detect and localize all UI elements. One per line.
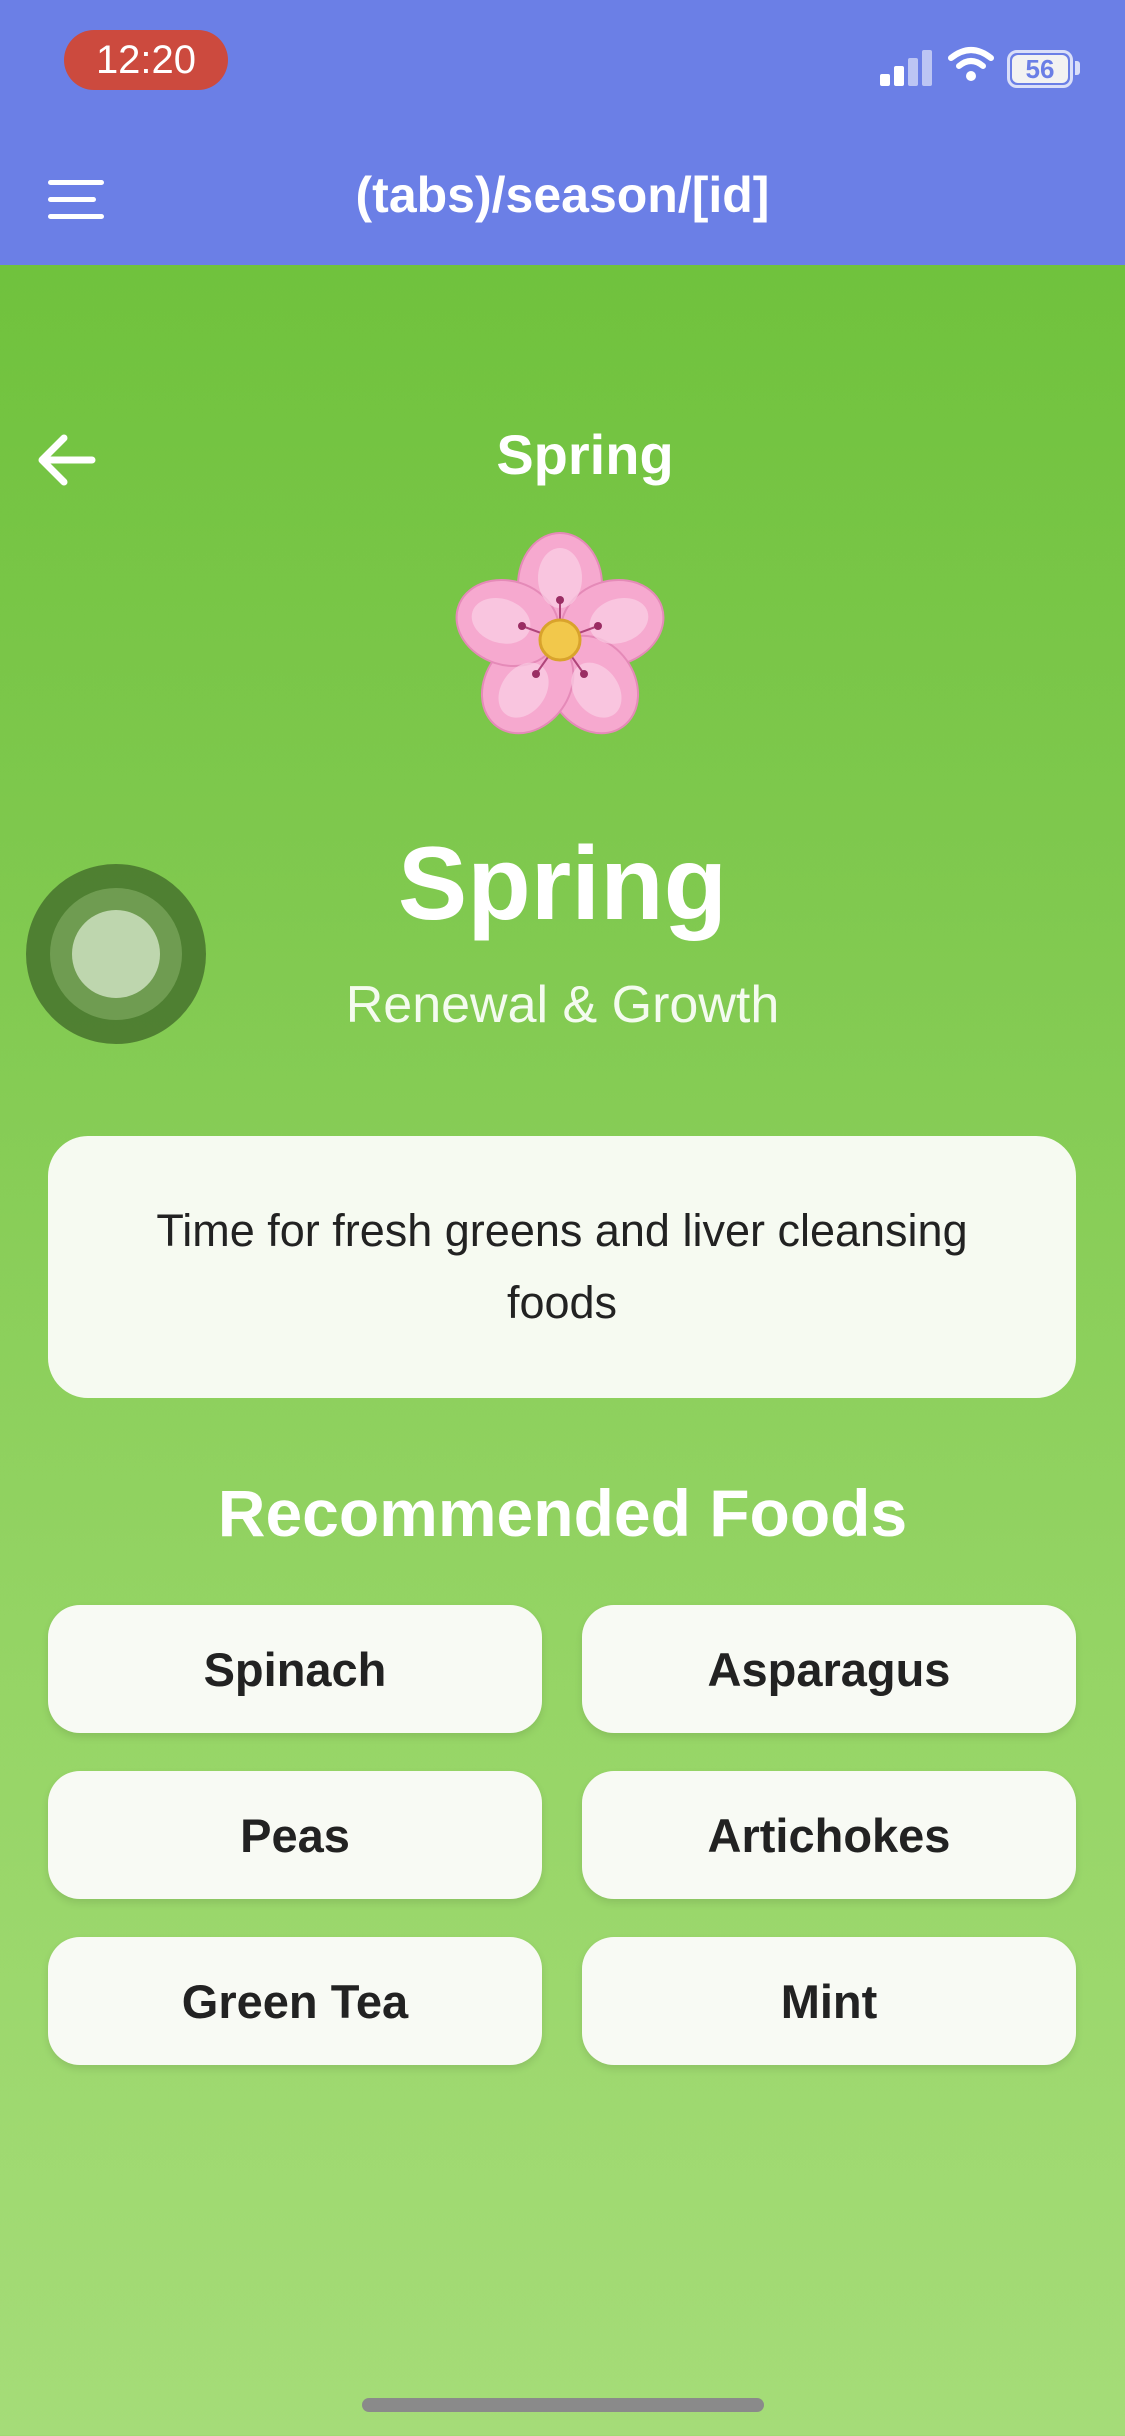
battery-icon: 56 [1007, 50, 1073, 88]
nav-title: (tabs)/season/[id] [355, 167, 770, 223]
food-item-spinach[interactable]: Spinach [48, 1605, 542, 1733]
home-indicator[interactable] [362, 2398, 764, 2412]
assistive-touch-button[interactable] [26, 864, 206, 1044]
status-time: 12:20 [64, 30, 228, 90]
season-header-title: Spring [496, 423, 674, 486]
cherry-blossom-icon [455, 532, 665, 735]
wifi-icon [948, 47, 994, 81]
recommended-foods-title: Recommended Foods [217, 1476, 908, 1550]
battery-nub [1075, 61, 1080, 75]
food-item-green-tea[interactable]: Green Tea [48, 1937, 542, 2065]
food-item-peas[interactable]: Peas [48, 1771, 542, 1899]
season-description-card: Time for fresh greens and liver cleansin… [48, 1136, 1076, 1398]
cellular-signal-icon [880, 46, 932, 86]
food-item-artichokes[interactable]: Artichokes [582, 1771, 1076, 1899]
battery-level: 56 [1012, 55, 1068, 83]
season-description: Time for fresh greens and liver cleansin… [156, 1205, 968, 1328]
food-item-asparagus[interactable]: Asparagus [582, 1605, 1076, 1733]
food-item-mint[interactable]: Mint [582, 1937, 1076, 2065]
